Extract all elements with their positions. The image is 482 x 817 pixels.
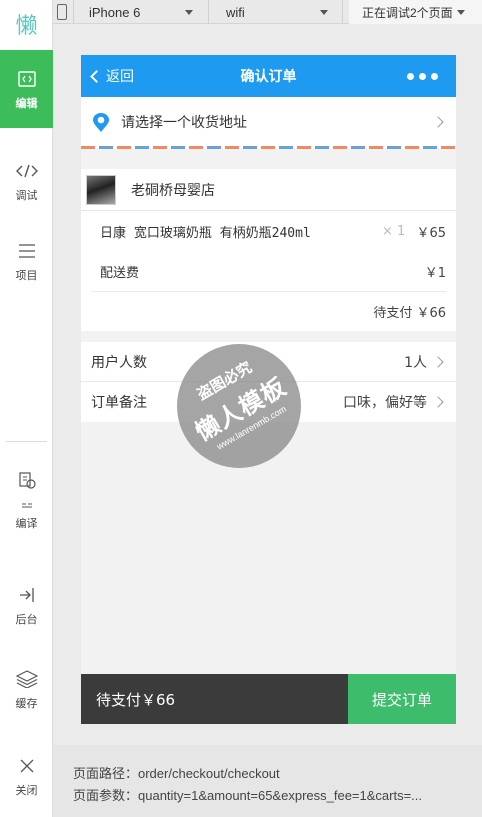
sidebar-item-compile[interactable]: 编译 — [0, 470, 53, 531]
background-icon — [15, 584, 39, 606]
goods-qty: × 1 — [382, 223, 406, 239]
address-placeholder: 请选择一个收货地址 — [121, 115, 247, 131]
code-icon — [15, 160, 39, 182]
shipping-label: 配送费 — [100, 265, 140, 281]
more-dot — [407, 72, 414, 80]
shop-name: 老硐桥母婴店 — [131, 183, 215, 199]
page-params: 页面参数：quantity=1&amount=65&express_fee=1&… — [73, 788, 423, 803]
sidebar-item-label: 调试 — [15, 190, 38, 202]
more-button[interactable] — [407, 55, 438, 97]
page-path: 页面路径：order/checkout/checkout — [73, 766, 280, 781]
toolbar-divider — [342, 0, 343, 24]
sidebar-item-label: 编译 — [15, 518, 38, 530]
logo-glyph: 懒 — [15, 14, 38, 39]
sidebar-item-cache[interactable]: 缓存 — [0, 668, 53, 711]
layers-icon — [15, 668, 39, 690]
chevron-right-icon — [432, 116, 444, 128]
chevron-right-icon — [432, 396, 444, 408]
back-button[interactable]: 返回 — [88, 55, 134, 97]
more-dot — [419, 72, 426, 80]
chevron-down-icon — [185, 9, 193, 15]
address-selector[interactable]: 请选择一个收货地址 — [81, 97, 456, 147]
menu-icon — [15, 240, 39, 262]
goods-list: 日康 宽口玻璃奶瓶 有柄奶瓶240ml × 1 ￥65 配送费 ￥1 待支付 ￥… — [81, 211, 456, 331]
code-icon — [15, 68, 39, 90]
goods-item: 日康 宽口玻璃奶瓶 有柄奶瓶240ml × 1 ￥65 — [81, 211, 456, 251]
sidebar-item-label: 关闭 — [15, 785, 38, 797]
page-info-footer: 页面路径：order/checkout/checkout 页面参数：quanti… — [53, 745, 482, 817]
sidebar-divider — [6, 441, 47, 442]
page-title: 确认订单 — [240, 68, 297, 84]
shop-header: 老硐桥母婴店 — [81, 169, 456, 211]
compile-icon — [15, 470, 39, 510]
debug-pages-select[interactable]: 正在调试2个页面 — [349, 0, 482, 24]
sidebar: 懒 编辑 调试 项目 编译 后台 缓存 关闭 — [0, 0, 53, 817]
shipping-value: ￥1 — [424, 265, 446, 281]
order-note-label: 订单备注 — [91, 395, 147, 411]
shipping-row: 配送费 ￥1 — [81, 251, 456, 291]
more-dot — [431, 72, 438, 80]
debug-status: 正在调试2个页面 — [362, 5, 453, 20]
sidebar-item-label: 项目 — [15, 270, 38, 282]
close-icon — [15, 755, 39, 777]
device-select[interactable]: iPhone 6 — [89, 0, 193, 24]
shop-avatar — [86, 175, 116, 205]
sidebar-item-label: 缓存 — [15, 698, 38, 710]
checkout-bar: 待支付￥66 提交订单 — [81, 674, 456, 724]
goods-price: ￥65 — [416, 225, 446, 241]
location-pin-icon — [92, 113, 110, 137]
sidebar-item-close[interactable]: 关闭 — [0, 755, 53, 798]
device-toggle[interactable] — [57, 0, 67, 24]
network-select[interactable]: wifi — [226, 0, 328, 24]
watermark: 盗图必究 懒人模板 www.lanrenmb.com — [177, 344, 301, 468]
subtotal-text: 待支付 ￥66 — [373, 305, 446, 321]
order-note-value: 口味，偏好等 — [343, 395, 427, 411]
submit-order-button[interactable]: 提交订单 — [348, 674, 456, 724]
envelope-stripe — [81, 146, 456, 149]
toolbar-divider — [208, 0, 209, 24]
subtotal-row: 待支付 ￥66 — [81, 291, 456, 331]
pay-amount: 待支付￥66 — [96, 690, 176, 709]
chevron-down-icon — [456, 9, 465, 15]
app-logo: 懒 — [0, 0, 53, 48]
sidebar-item-project[interactable]: 项目 — [0, 240, 53, 283]
sidebar-item-backend[interactable]: 后台 — [0, 584, 53, 627]
phone-icon — [57, 4, 67, 20]
network-select-value: wifi — [226, 4, 245, 20]
nav-bar: 返回 确认订单 — [81, 55, 456, 97]
user-count-label: 用户人数 — [91, 355, 147, 371]
back-label: 返回 — [106, 68, 134, 84]
simulator-toolbar: iPhone 6 wifi 正在调试2个页面 — [53, 0, 482, 24]
sidebar-item-label: 后台 — [15, 614, 38, 626]
chevron-right-icon — [432, 356, 444, 368]
sidebar-item-label: 编辑 — [15, 97, 38, 110]
sidebar-item-edit[interactable]: 编辑 — [0, 50, 53, 128]
chevron-down-icon — [320, 9, 328, 15]
sidebar-item-debug[interactable]: 调试 — [0, 160, 53, 203]
device-select-value: iPhone 6 — [89, 4, 141, 20]
chevron-left-icon — [90, 69, 103, 83]
goods-name: 日康 宽口玻璃奶瓶 有柄奶瓶240ml — [100, 225, 311, 241]
user-count-value: 1人 — [404, 355, 427, 371]
toolbar-divider — [73, 0, 74, 24]
